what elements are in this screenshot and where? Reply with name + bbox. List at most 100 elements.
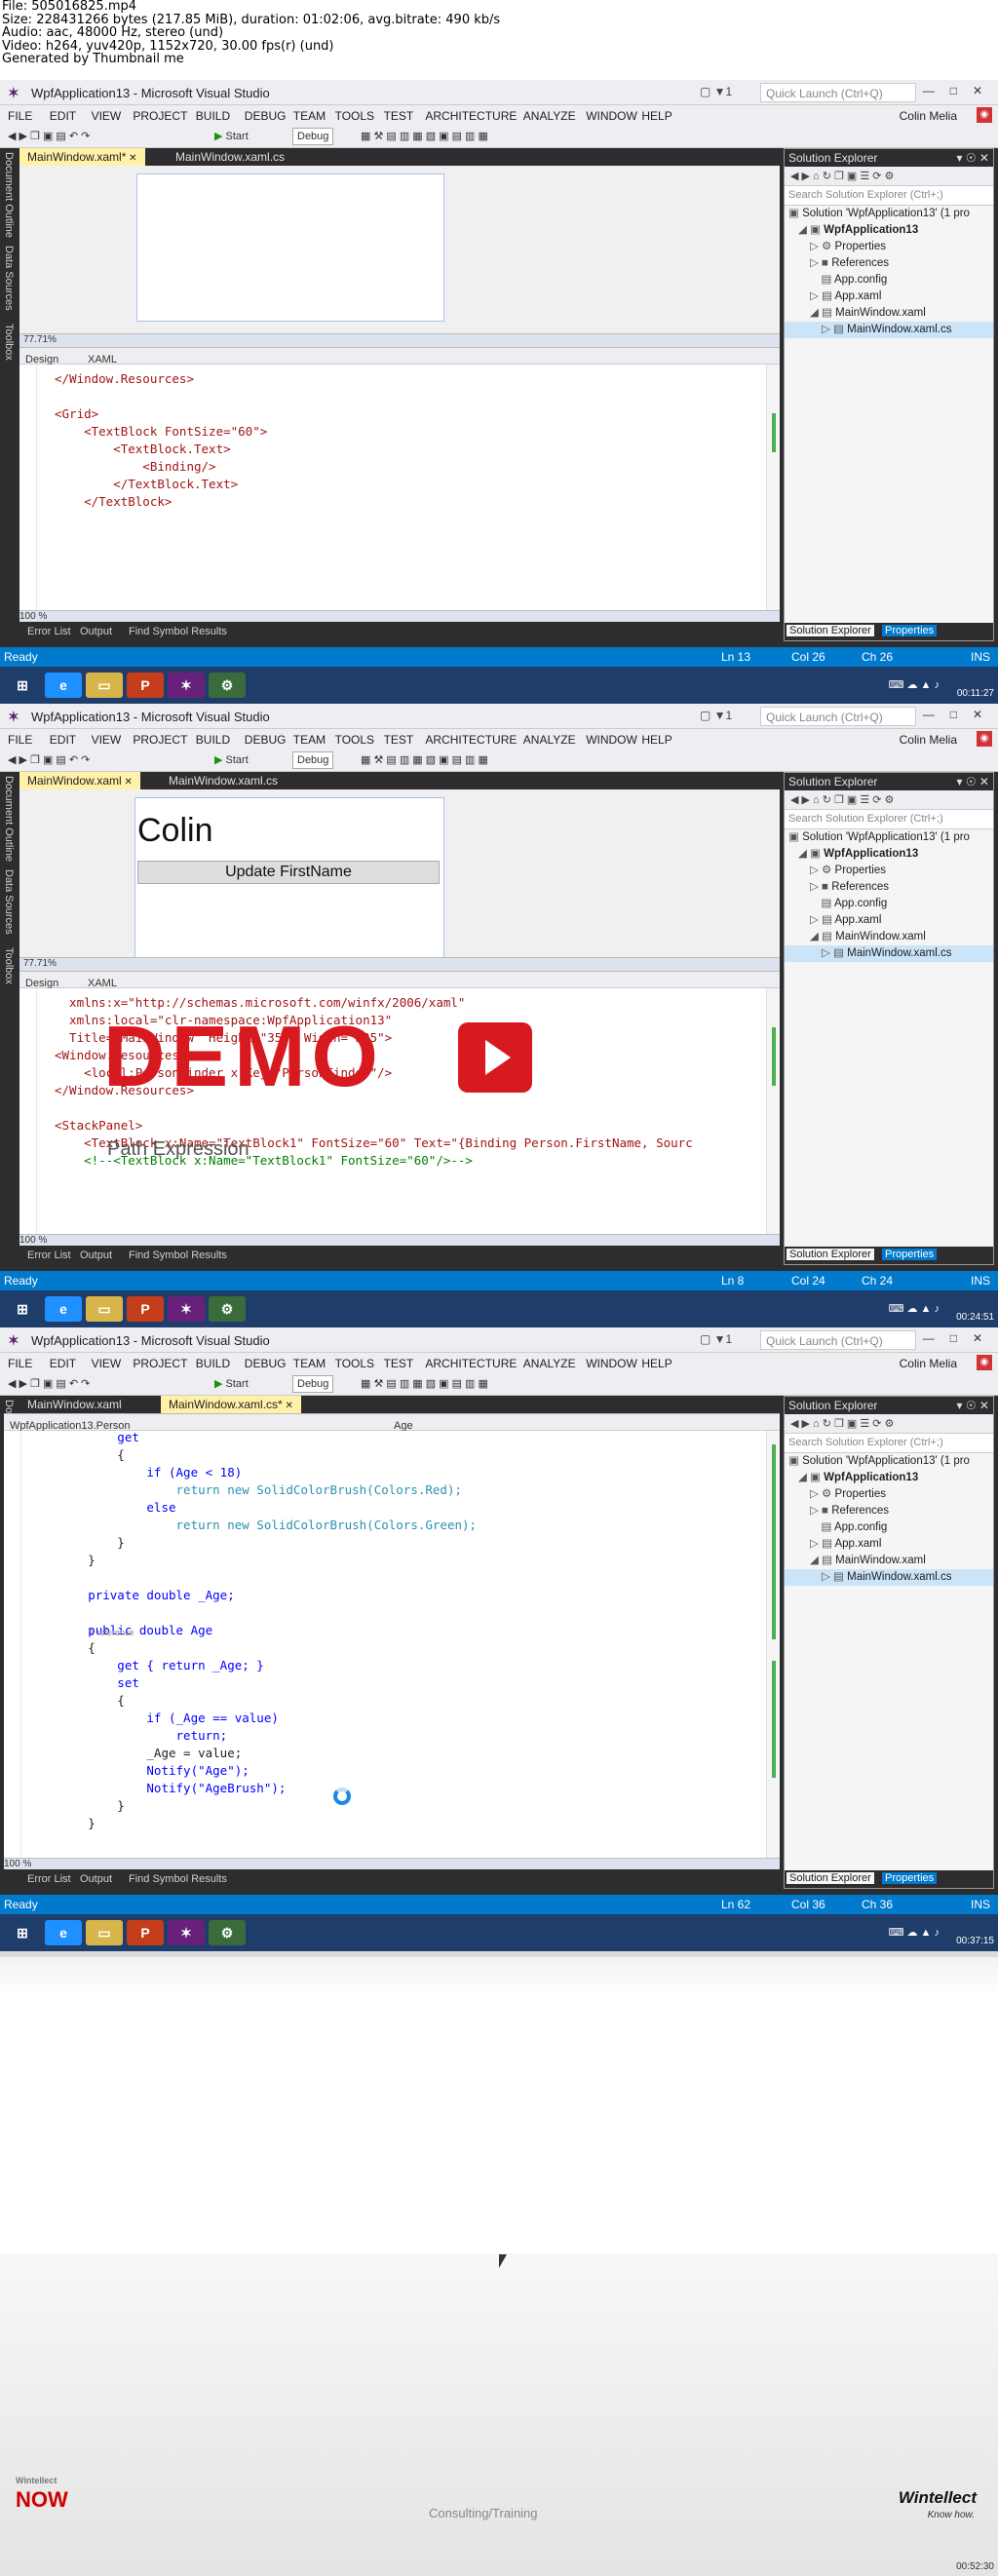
tree-item[interactable]: ▷ ■ References xyxy=(785,255,993,272)
explorer-icon[interactable]: ▭ xyxy=(86,1920,123,1945)
menu-debug[interactable]: DEBUG xyxy=(245,1357,287,1370)
solution-search-input[interactable]: Search Solution Explorer (Ctrl+;) xyxy=(785,1434,993,1453)
tree-item[interactable]: ▷ ■ References xyxy=(785,879,993,896)
restore-button[interactable]: □ xyxy=(950,1331,957,1345)
properties-tab[interactable]: Properties xyxy=(882,625,938,636)
zoom-level[interactable]: 77.71% xyxy=(23,958,57,969)
close-tab-icon[interactable]: ✕ xyxy=(122,777,132,788)
menu-debug[interactable]: DEBUG xyxy=(245,733,287,747)
visualstudio-icon[interactable]: ✶ xyxy=(168,1296,205,1322)
tree-item[interactable]: ▣ Solution 'WpfApplication13' (1 pro xyxy=(785,206,993,222)
menu-project[interactable]: PROJECT xyxy=(133,733,187,747)
code-zoom-level[interactable]: 100 % xyxy=(19,1235,47,1246)
solution-explorer-tab[interactable]: Solution Explorer xyxy=(787,625,874,636)
tree-item[interactable]: ◢ ▤ MainWindow.xaml xyxy=(785,929,993,945)
menu-test[interactable]: TEST xyxy=(384,109,414,123)
tree-item[interactable]: ▣ Solution 'WpfApplication13' (1 pro xyxy=(785,829,993,846)
code-zoom-level[interactable]: 100 % xyxy=(4,1859,31,1869)
ie-icon[interactable]: e xyxy=(45,1296,82,1322)
close-tab-icon[interactable]: ✕ xyxy=(283,1401,292,1411)
menu-build[interactable]: BUILD xyxy=(196,733,230,747)
powerpoint-icon[interactable]: P xyxy=(127,673,164,698)
menu-edit[interactable]: EDIT xyxy=(50,1357,76,1370)
configuration-dropdown[interactable]: Debug xyxy=(292,1375,334,1393)
vertical-scrollbar[interactable] xyxy=(766,1431,780,1867)
tree-item[interactable]: ▤ App.config xyxy=(785,272,993,288)
close-button[interactable]: ✕ xyxy=(973,708,982,721)
tree-item[interactable]: ▷ ▤ MainWindow.xaml.cs xyxy=(785,322,993,338)
code-zoom-level[interactable]: 100 % xyxy=(19,611,47,622)
bottom-tab-error-list[interactable]: Error List xyxy=(27,1873,71,1885)
zoom-level[interactable]: 77.71% xyxy=(23,334,57,345)
tree-item[interactable]: ▣ Solution 'WpfApplication13' (1 pro xyxy=(785,1453,993,1470)
side-tab-toolbox[interactable]: Toolbox xyxy=(3,324,15,361)
menu-analyze[interactable]: ANALYZE xyxy=(523,1357,576,1370)
menu-build[interactable]: BUILD xyxy=(196,1357,230,1370)
restore-button[interactable]: □ xyxy=(950,84,957,97)
app-icon[interactable]: ⚙ xyxy=(209,673,246,698)
powerpoint-icon[interactable]: P xyxy=(127,1920,164,1945)
solution-search-input[interactable]: Search Solution Explorer (Ctrl+;) xyxy=(785,186,993,206)
tree-item[interactable]: ▷ ▤ MainWindow.xaml.cs xyxy=(785,945,993,962)
ie-icon[interactable]: e xyxy=(45,673,82,698)
menu-architecture[interactable]: ARCHITECTURE xyxy=(425,1357,517,1370)
close-button[interactable]: ✕ xyxy=(973,84,982,97)
close-button[interactable]: ✕ xyxy=(973,1331,982,1345)
bottom-tab-output[interactable]: Output xyxy=(80,626,112,637)
designer-window-preview[interactable] xyxy=(136,173,444,322)
side-tab-document-outline[interactable]: Document Outline xyxy=(3,152,15,238)
menu-analyze[interactable]: ANALYZE xyxy=(523,733,576,747)
menu-debug[interactable]: DEBUG xyxy=(245,109,287,123)
tree-item[interactable]: ▷ ■ References xyxy=(785,1503,993,1519)
menu-view[interactable]: VIEW xyxy=(92,1357,122,1370)
menu-test[interactable]: TEST xyxy=(384,1357,414,1370)
close-tab-icon[interactable]: ✕ xyxy=(126,153,136,164)
explorer-icon[interactable]: ▭ xyxy=(86,673,123,698)
menu-help[interactable]: HELP xyxy=(641,1357,672,1370)
start-windows-icon[interactable]: ⊞ xyxy=(4,1296,41,1322)
visualstudio-icon[interactable]: ✶ xyxy=(168,1920,205,1945)
configuration-dropdown[interactable]: Debug xyxy=(292,751,334,769)
menu-architecture[interactable]: ARCHITECTURE xyxy=(425,733,517,747)
side-tab-data-sources[interactable]: Data Sources xyxy=(3,869,15,935)
menu-team[interactable]: TEAM xyxy=(293,1357,326,1370)
solution-explorer-tab[interactable]: Solution Explorer xyxy=(787,1872,874,1884)
start-button[interactable]: ▶ Start xyxy=(214,130,249,142)
menu-architecture[interactable]: ARCHITECTURE xyxy=(425,109,517,123)
menu-file[interactable]: FILE xyxy=(8,1357,32,1370)
menu-team[interactable]: TEAM xyxy=(293,733,326,747)
menu-help[interactable]: HELP xyxy=(641,733,672,747)
quick-launch-input[interactable]: Quick Launch (Ctrl+Q) xyxy=(760,707,916,726)
minimize-button[interactable]: — xyxy=(923,708,935,721)
side-tab-toolbox[interactable]: Toolbox xyxy=(3,947,15,984)
tree-item[interactable]: ▷ ▤ MainWindow.xaml.cs xyxy=(785,1569,993,1586)
menu-window[interactable]: WINDOW xyxy=(586,733,637,747)
vertical-scrollbar[interactable] xyxy=(766,365,780,616)
menu-tools[interactable]: TOOLS xyxy=(335,1357,374,1370)
quick-launch-input[interactable]: Quick Launch (Ctrl+Q) xyxy=(760,83,916,102)
side-tab-document-outline[interactable]: Document Outline xyxy=(3,776,15,862)
tab-mainwindow-xaml[interactable]: MainWindow.xaml ✕ xyxy=(19,772,140,789)
pin-icon[interactable]: ▾ ☉ ✕ xyxy=(956,775,989,788)
quick-launch-input[interactable]: Quick Launch (Ctrl+Q) xyxy=(760,1330,916,1350)
menu-view[interactable]: VIEW xyxy=(92,733,122,747)
vertical-scrollbar[interactable] xyxy=(766,988,780,1240)
configuration-dropdown[interactable]: Debug xyxy=(292,128,334,145)
pin-icon[interactable]: ▾ ☉ ✕ xyxy=(956,1399,989,1412)
side-tab-data-sources[interactable]: Data Sources xyxy=(3,246,15,311)
menu-test[interactable]: TEST xyxy=(384,733,414,747)
tree-item[interactable]: ▷ ▤ App.xaml xyxy=(785,1536,993,1553)
menu-window[interactable]: WINDOW xyxy=(586,109,637,123)
bottom-tab-find-symbol-results[interactable]: Find Symbol Results xyxy=(129,1873,227,1885)
bottom-tab-error-list[interactable]: Error List xyxy=(27,1250,71,1261)
tree-item[interactable]: ▷ ⚙ Properties xyxy=(785,239,993,255)
properties-tab[interactable]: Properties xyxy=(882,1249,938,1260)
menu-window[interactable]: WINDOW xyxy=(586,1357,637,1370)
bottom-tab-error-list[interactable]: Error List xyxy=(27,626,71,637)
tab-mainwindow-xaml-[interactable]: MainWindow.xaml* ✕ xyxy=(19,148,145,166)
app-icon[interactable]: ⚙ xyxy=(209,1296,246,1322)
tree-item[interactable]: ◢ ▣ WpfApplication13 xyxy=(785,1470,993,1486)
menu-build[interactable]: BUILD xyxy=(196,109,230,123)
designer-window-preview[interactable]: Colin Update FirstName xyxy=(134,797,444,961)
tree-item[interactable]: ◢ ▤ MainWindow.xaml xyxy=(785,1553,993,1569)
